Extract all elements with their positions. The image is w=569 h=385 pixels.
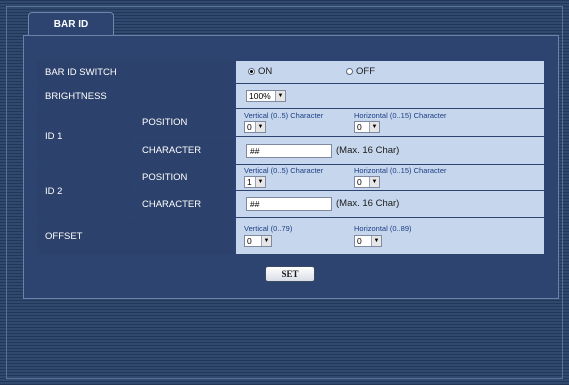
- id2-character-input[interactable]: ##: [246, 197, 332, 211]
- tab-bar-id[interactable]: BAR ID: [28, 12, 114, 36]
- radio-on-label: ON: [258, 66, 273, 77]
- dropdown-arrow-icon: ▼: [371, 236, 381, 246]
- id2-position-label: POSITION: [134, 165, 235, 190]
- id2-character-value-cell: ## (Max. 16 Char): [236, 191, 544, 217]
- id2-horizontal-value: 0: [357, 177, 362, 187]
- id2-horizontal-select[interactable]: 0 ▼: [354, 176, 380, 188]
- id1-character-value-cell: ## (Max. 16 Char): [236, 137, 544, 164]
- tab-bar-id-label: BAR ID: [53, 19, 89, 30]
- id1-vertical-value: 0: [247, 122, 252, 132]
- id2-position-value-cell: Vertical (0..5) Character 1 ▼ Horizontal…: [236, 165, 544, 190]
- id2-vertical-note: Vertical (0..5) Character: [244, 166, 324, 175]
- id1-horizontal-select[interactable]: 0 ▼: [354, 121, 380, 133]
- radio-off-label: OFF: [356, 66, 375, 77]
- id2-character-label-text: CHARACTER: [142, 198, 202, 210]
- id1-character-label-text: CHARACTER: [142, 145, 202, 156]
- brightness-label-text: BRIGHTNESS: [45, 90, 107, 102]
- offset-horizontal-select[interactable]: 0 ▼: [354, 235, 382, 247]
- id2-vertical-select[interactable]: 1 ▼: [244, 176, 266, 188]
- offset-horizontal-note: Horizontal (0..89): [354, 224, 412, 233]
- id2-character-hint: (Max. 16 Char): [336, 198, 400, 209]
- offset-label: OFFSET: [37, 218, 235, 254]
- set-button[interactable]: SET: [265, 266, 315, 282]
- id2-label-text: ID 2: [45, 185, 63, 197]
- id2-label: ID 2: [37, 165, 133, 217]
- dropdown-arrow-icon: ▼: [255, 177, 265, 187]
- brightness-select-value: 100%: [249, 91, 271, 101]
- id1-position-label: POSITION: [134, 109, 235, 136]
- id2-position-label-text: POSITION: [142, 172, 188, 183]
- offset-vertical-note: Vertical (0..79): [244, 224, 293, 233]
- id1-character-hint: (Max. 16 Char): [336, 145, 400, 156]
- id1-horizontal-note: Horizontal (0..15) Character: [354, 111, 447, 120]
- id1-label: ID 1: [37, 109, 133, 164]
- brightness-label: BRIGHTNESS: [37, 84, 235, 108]
- brightness-select[interactable]: 100% ▼: [246, 90, 286, 102]
- settings-panel: BAR ID SWITCH ON OFF BRIGHTNESS 100% ▼ I…: [23, 35, 559, 299]
- dropdown-arrow-icon: ▼: [261, 236, 271, 246]
- id2-vertical-value: 1: [247, 177, 252, 187]
- id1-position-label-text: POSITION: [142, 117, 188, 128]
- bar-id-switch-label: BAR ID SWITCH: [37, 61, 235, 83]
- offset-vertical-select[interactable]: 0 ▼: [244, 235, 272, 247]
- id1-vertical-select[interactable]: 0 ▼: [244, 121, 266, 133]
- id2-character-label: CHARACTER: [134, 191, 235, 217]
- dropdown-arrow-icon: ▼: [369, 177, 379, 187]
- id1-character-input[interactable]: ##: [246, 144, 332, 158]
- dropdown-arrow-icon: ▼: [369, 122, 379, 132]
- id2-horizontal-note: Horizontal (0..15) Character: [354, 166, 447, 175]
- offset-value-cell: Vertical (0..79) 0 ▼ Horizontal (0..89) …: [236, 218, 544, 254]
- dropdown-arrow-icon: ▼: [275, 91, 285, 101]
- id1-position-value-cell: Vertical (0..5) Character 0 ▼ Horizontal…: [236, 109, 544, 136]
- radio-on[interactable]: [248, 68, 255, 75]
- id1-vertical-note: Vertical (0..5) Character: [244, 111, 324, 120]
- offset-horizontal-value: 0: [357, 236, 362, 246]
- bar-id-switch-value-cell: ON OFF: [236, 61, 544, 83]
- bar-id-switch-label-text: BAR ID SWITCH: [45, 66, 117, 78]
- dropdown-arrow-icon: ▼: [255, 122, 265, 132]
- radio-off[interactable]: [346, 68, 353, 75]
- offset-vertical-value: 0: [247, 236, 252, 246]
- offset-label-text: OFFSET: [45, 230, 83, 242]
- id1-horizontal-value: 0: [357, 122, 362, 132]
- brightness-value-cell: 100% ▼: [236, 84, 544, 108]
- set-button-label: SET: [281, 269, 299, 279]
- id1-label-text: ID 1: [45, 131, 63, 142]
- id1-character-label: CHARACTER: [134, 137, 235, 164]
